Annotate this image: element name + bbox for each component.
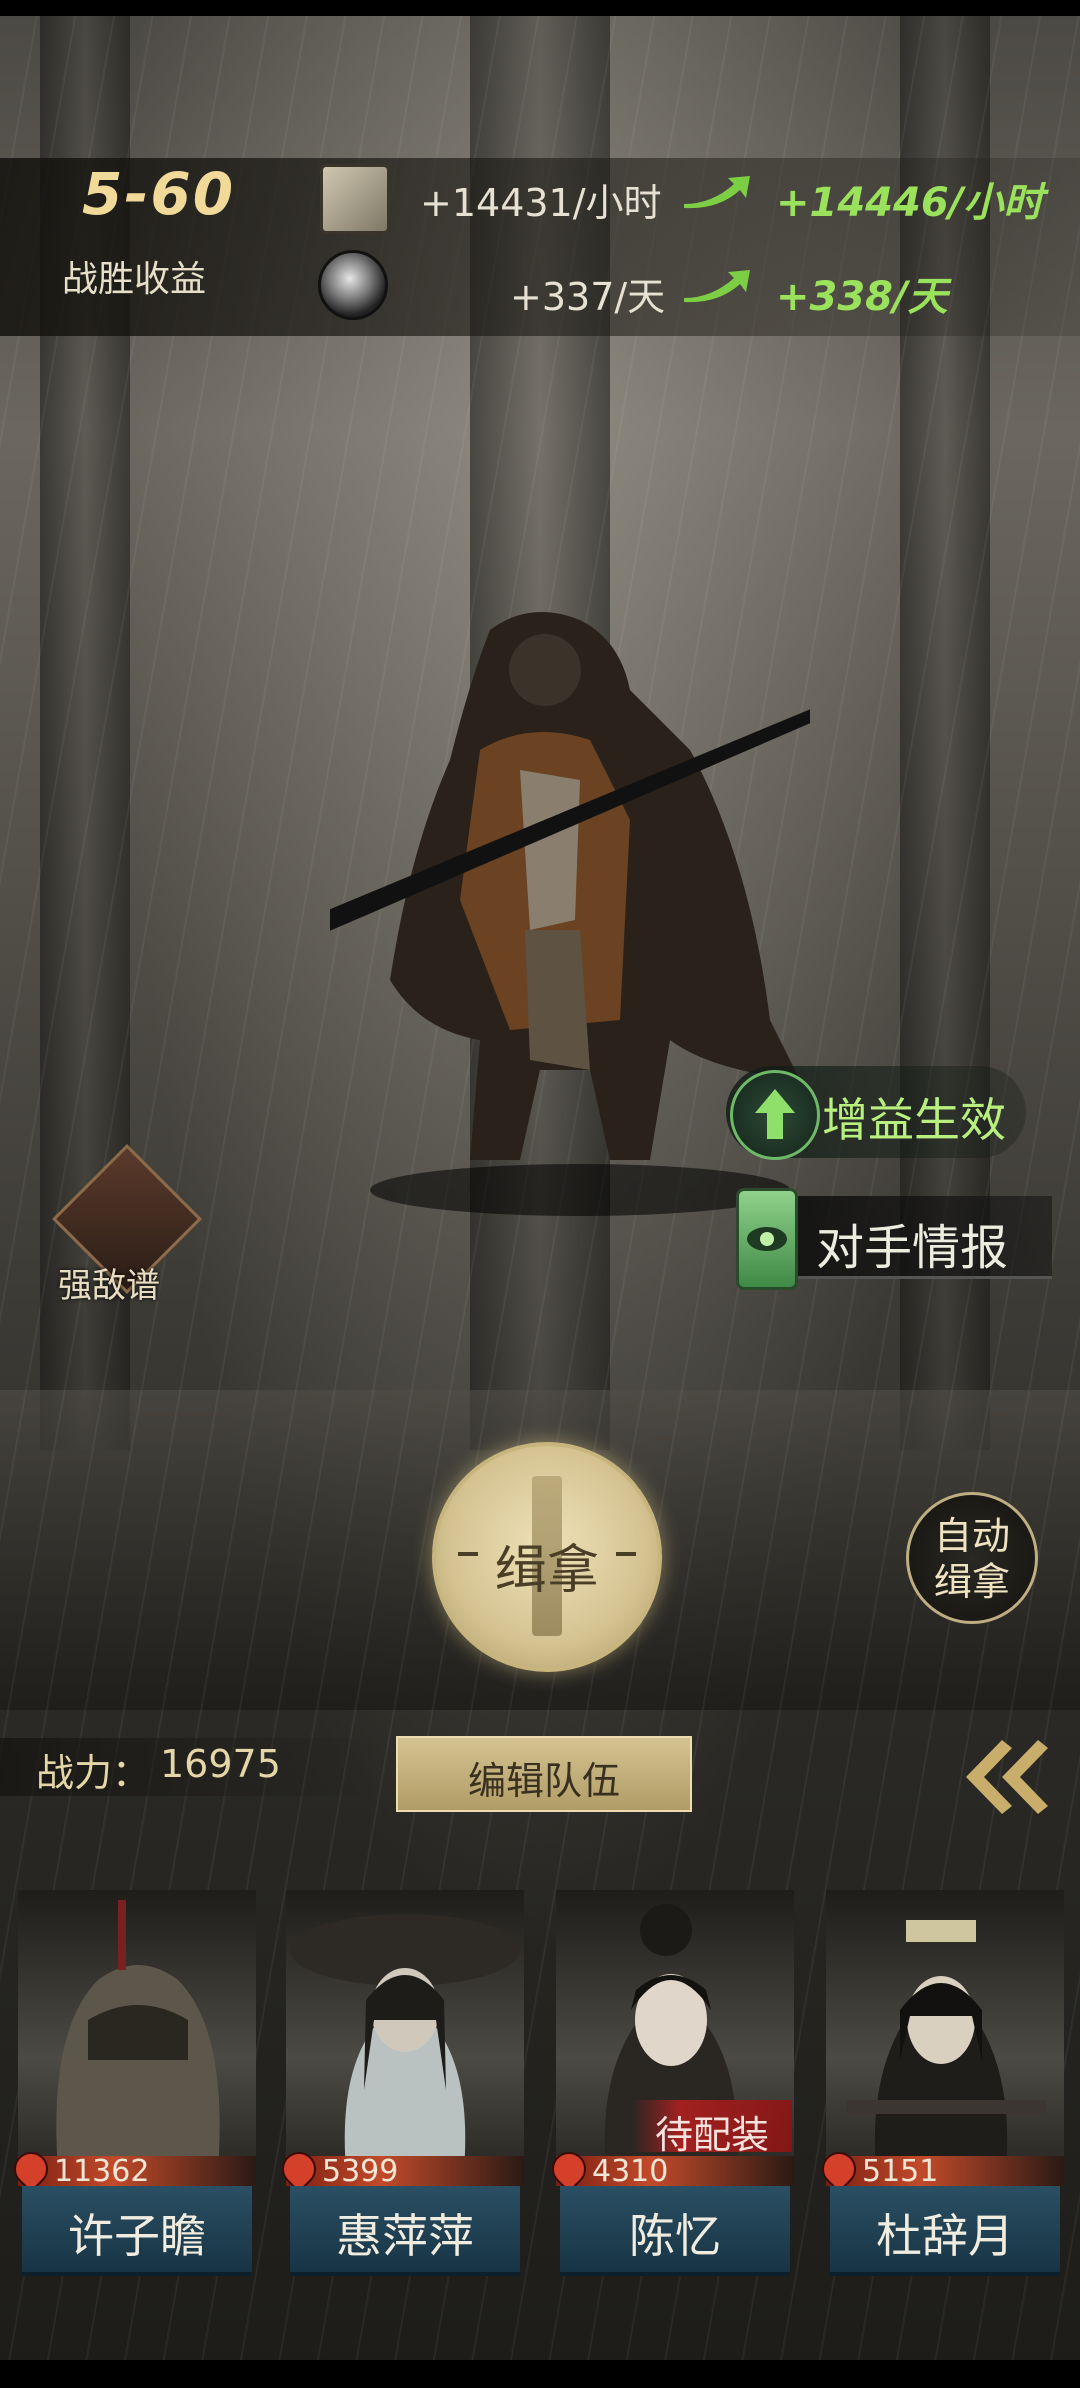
team-power-label: 战力： [36, 1751, 151, 1795]
eye-lantern-icon [736, 1188, 798, 1290]
name-plate: 杜辞月 [830, 2186, 1060, 2276]
double-chevron-left-icon[interactable] [946, 1722, 1056, 1832]
hero-power: 4310 [592, 2154, 669, 2189]
stage-reward-label: 战胜收益 [62, 259, 207, 300]
hero-name: 惠萍萍 [336, 2209, 474, 2263]
hero-name: 陈忆 [629, 2209, 721, 2263]
crystal-ore-icon [318, 250, 388, 320]
resource2-upgraded: +338/天 [776, 274, 948, 320]
resource1-upgraded: +14446/小时 [776, 180, 1044, 226]
buff-active-label: 增益生效 [822, 1093, 1006, 1147]
hero-name: 许子瞻 [68, 2209, 206, 2263]
opponent-intel-label: 对手情报 [816, 1220, 1009, 1276]
hero-portrait [286, 1890, 524, 2170]
resource1-current: +14431/小时 [420, 181, 662, 225]
name-plate: 许子瞻 [22, 2186, 252, 2276]
auto-capture-label: 自动 缉拿 [909, 1513, 1035, 1605]
strong-enemy-book-button[interactable]: 强敌谱 [34, 1144, 202, 1310]
edit-team-label: 编辑队伍 [467, 1759, 620, 1803]
arrow-up-icon [684, 176, 750, 209]
hero-portrait [826, 1890, 1064, 2170]
team-member-card[interactable]: 11362 许子瞻 [6, 1890, 256, 2282]
stage-number: 5-60 [82, 160, 236, 228]
team-member-card[interactable]: 5151 杜辞月 [814, 1890, 1064, 2282]
edit-team-button[interactable]: 编辑队伍 [396, 1736, 692, 1812]
opponent-intel-button[interactable]: 对手情报 [736, 1188, 1052, 1290]
team-power-value: 16975 [160, 1742, 281, 1786]
name-plate: 惠萍萍 [290, 2186, 520, 2276]
hero-name: 杜辞月 [876, 2209, 1014, 2263]
capture-button[interactable]: 缉拿 [432, 1442, 662, 1672]
capture-label: 缉拿 [494, 1541, 599, 1601]
hero-power: 11362 [54, 2154, 150, 2189]
auto-capture-line2: 缉拿 [933, 1560, 1010, 1604]
buff-active-button[interactable]: 增益生效 [726, 1066, 1026, 1160]
arrow-up-icon [684, 270, 750, 303]
pending-equip-label: 待配装 [654, 2113, 769, 2157]
scroll-book-icon [320, 164, 390, 234]
hero-power: 5151 [862, 2154, 939, 2189]
pending-equip-badge: 待配装 [632, 2100, 792, 2157]
navigation-bar [0, 2360, 1080, 2388]
enemy-book-label: 强敌谱 [58, 1266, 160, 1306]
resource2-current: +337/天 [510, 275, 666, 319]
name-plate: 陈忆 [560, 2186, 790, 2276]
hero-portrait [18, 1890, 256, 2170]
team-member-card[interactable]: 5399 惠萍萍 [274, 1890, 524, 2282]
status-bar [0, 0, 1080, 16]
auto-capture-button[interactable]: 自动 缉拿 [906, 1492, 1038, 1624]
auto-capture-line1: 自动 [933, 1514, 1010, 1558]
buff-arrow-icon [730, 1070, 820, 1160]
hero-power: 5399 [322, 2154, 399, 2189]
team-member-card[interactable]: 待配装 4310 陈忆 [544, 1890, 794, 2282]
